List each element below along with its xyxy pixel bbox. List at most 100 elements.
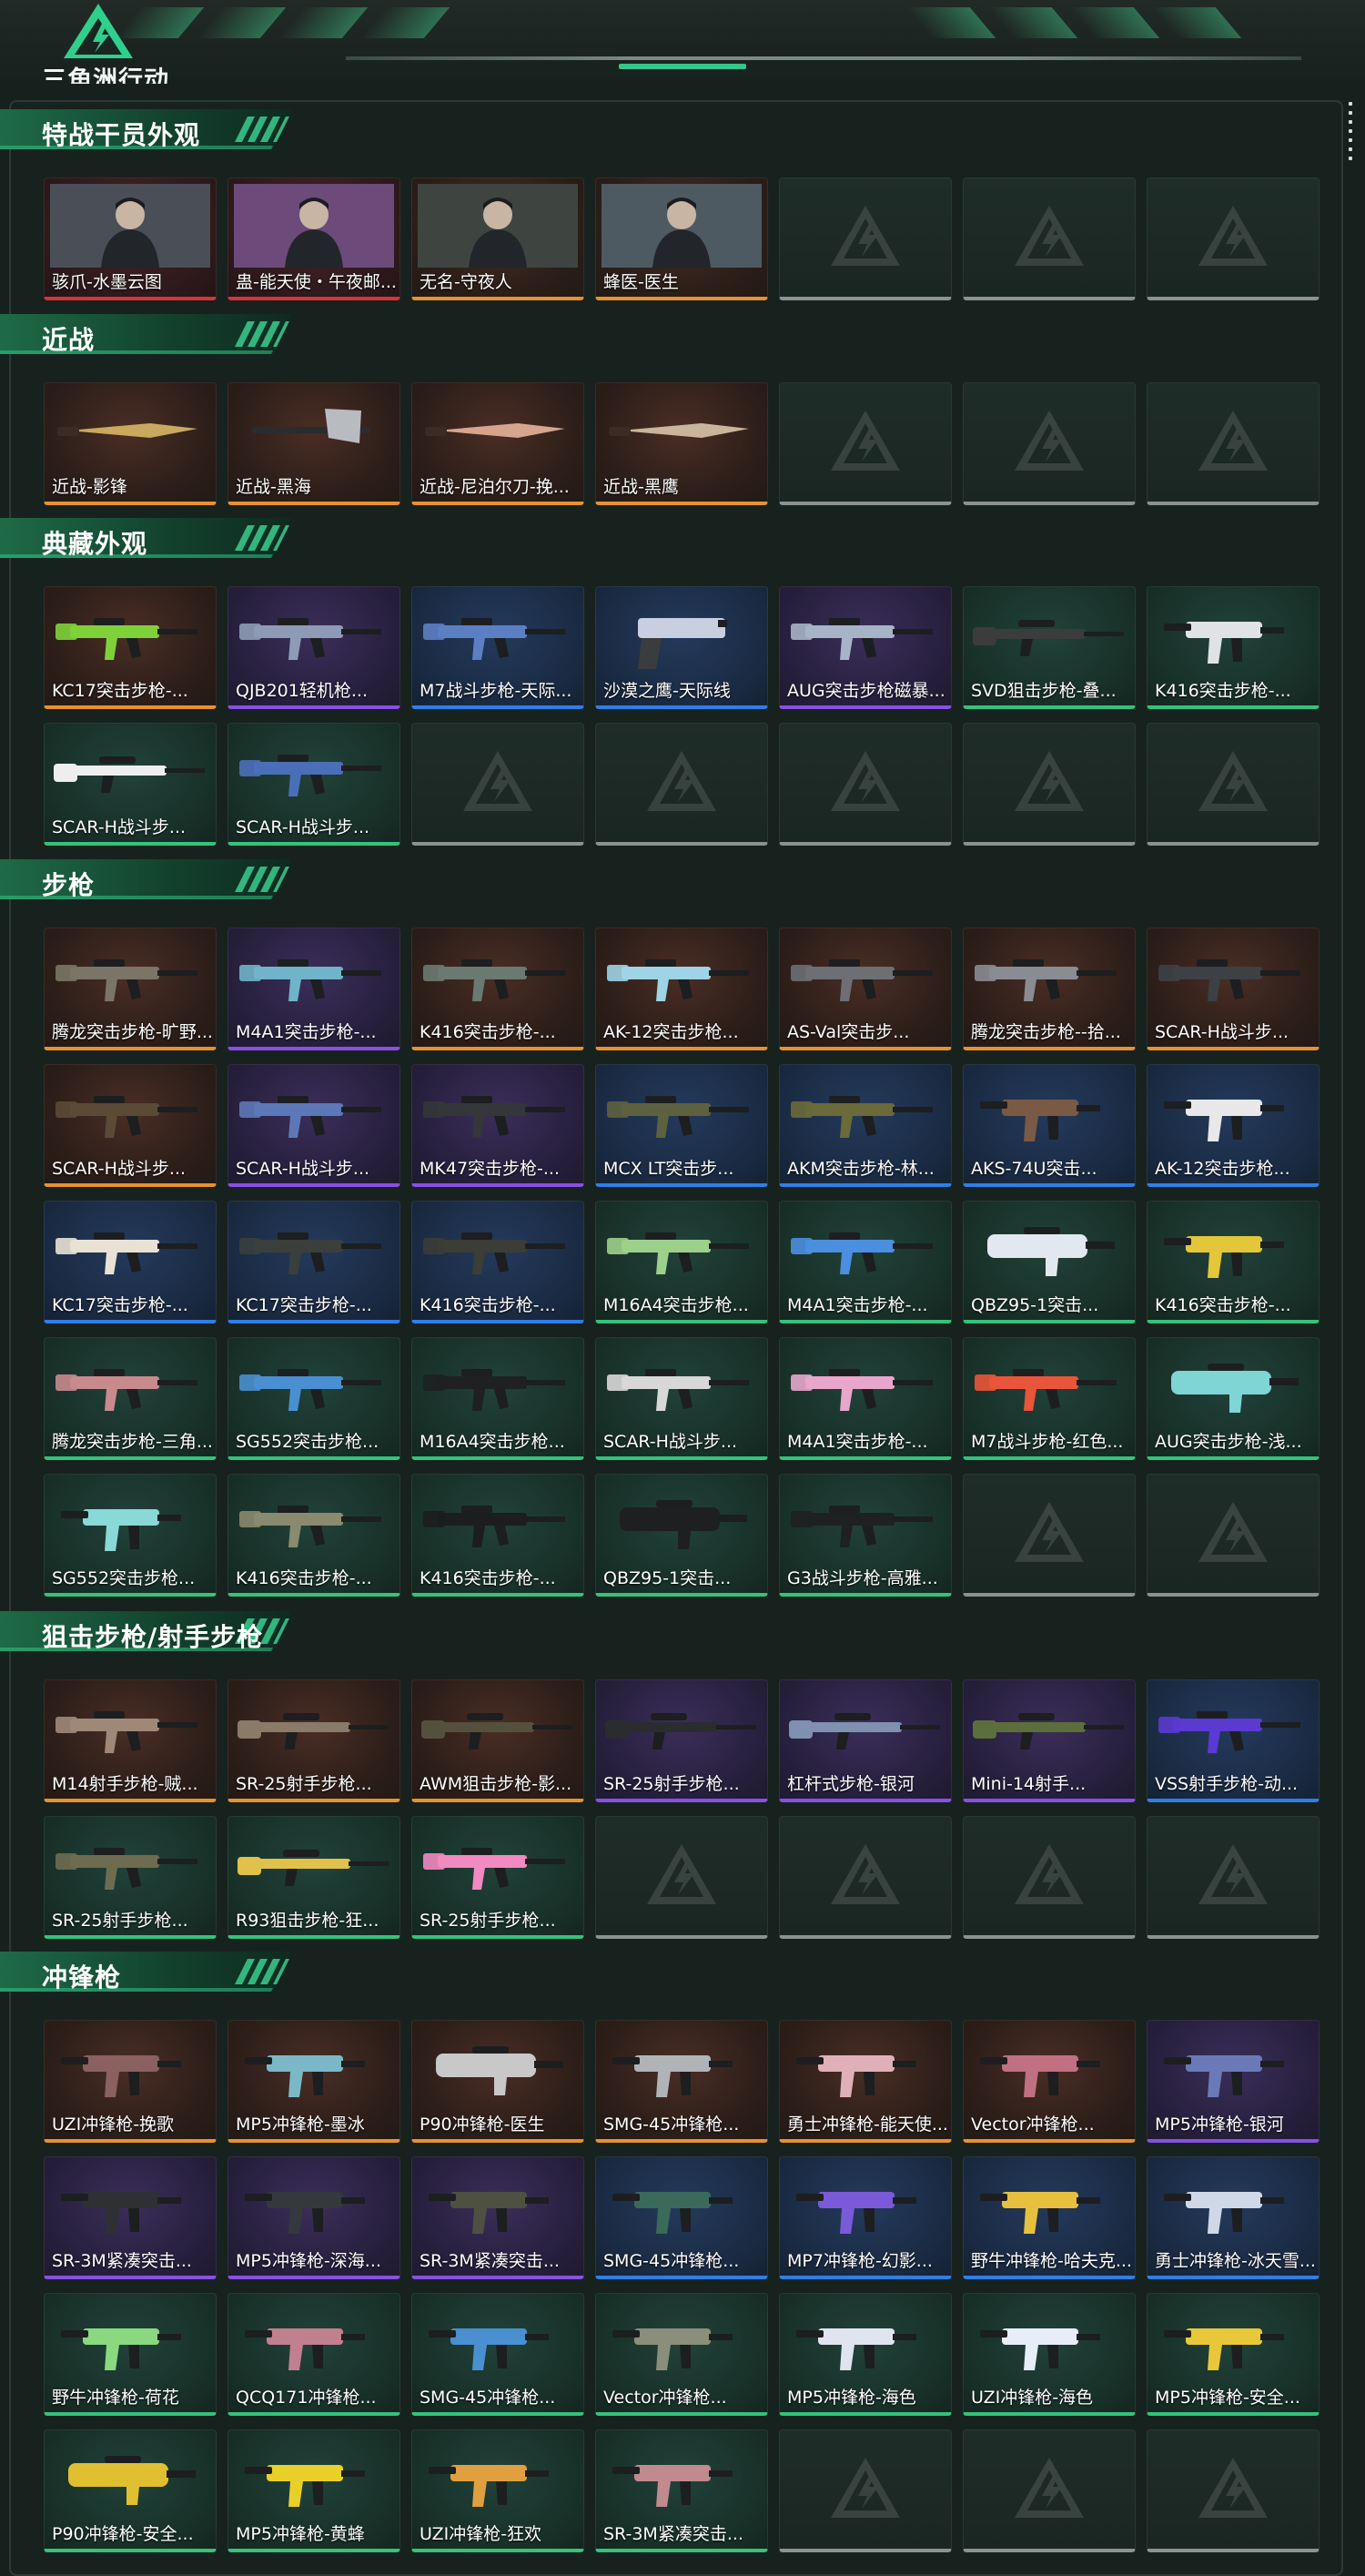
item-card[interactable]: 勇士冲锋枪-能天使... bbox=[779, 2020, 952, 2143]
item-card[interactable]: AUG突击步枪磁暴... bbox=[779, 586, 952, 709]
item-card[interactable]: R93狙击步枪-狂... bbox=[228, 1816, 400, 1939]
item-card[interactable]: K416突击步枪-... bbox=[411, 1201, 584, 1323]
item-card[interactable]: K416突击步枪-... bbox=[411, 1474, 584, 1597]
item-card[interactable]: MP5冲锋枪-安全... bbox=[1147, 2293, 1320, 2416]
item-card[interactable]: SMG-45冲锋枪... bbox=[411, 2293, 584, 2416]
item-card[interactable]: UZI冲锋枪-海色 bbox=[963, 2293, 1136, 2416]
item-card[interactable]: 近战-尼泊尔刀-挽... bbox=[411, 382, 584, 505]
item-card[interactable]: SR-25射手步枪... bbox=[228, 1679, 400, 1802]
item-card[interactable]: AKM突击步枪-林... bbox=[779, 1064, 952, 1187]
item-card[interactable]: 勇士冲锋枪-冰天雪... bbox=[1147, 2156, 1320, 2279]
item-name: 腾龙突击步枪--拾... bbox=[971, 1022, 1121, 1042]
smg-icon bbox=[1153, 1070, 1313, 1154]
item-card[interactable]: QCQ171冲锋枪... bbox=[228, 2293, 400, 2416]
section-title: 狙击步枪/射手步枪 bbox=[42, 1622, 264, 1652]
item-card[interactable]: SR-25射手步枪... bbox=[411, 1816, 584, 1939]
item-card[interactable]: 无名-守夜人 bbox=[411, 177, 584, 300]
item-card[interactable]: M4A1突击步枪-... bbox=[779, 1201, 952, 1323]
item-card[interactable]: MP5冲锋枪-黄蜂 bbox=[228, 2429, 400, 2552]
item-card[interactable]: MP7冲锋枪-幻影... bbox=[779, 2156, 952, 2279]
item-card[interactable]: P90冲锋枪-医生 bbox=[411, 2020, 584, 2143]
item-card[interactable]: MCX LT突击步... bbox=[595, 1064, 768, 1187]
scrollbar[interactable] bbox=[1348, 102, 1353, 169]
placeholder-logo-icon bbox=[1198, 1844, 1268, 1904]
item-card[interactable]: Mini-14射手... bbox=[963, 1679, 1136, 1802]
item-card[interactable]: KC17突击步枪-... bbox=[228, 1201, 400, 1323]
item-card[interactable]: 近战-黑鹰 bbox=[595, 382, 768, 505]
item-card[interactable]: K416突击步枪-... bbox=[411, 928, 584, 1050]
item-card[interactable]: 沙漠之鹰-天际线 bbox=[595, 586, 768, 709]
item-card[interactable]: MP5冲锋枪-海色 bbox=[779, 2293, 952, 2416]
item-card[interactable]: SR-25射手步枪... bbox=[595, 1679, 768, 1802]
placeholder-logo-icon bbox=[1015, 1844, 1084, 1904]
item-card[interactable]: MK47突击步枪-... bbox=[411, 1064, 584, 1187]
item-card[interactable]: SVD狙击步枪-叠... bbox=[963, 586, 1136, 709]
item-card[interactable]: M4A1突击步枪-... bbox=[228, 928, 400, 1050]
item-name: 腾龙突击步枪-三角... bbox=[52, 1432, 213, 1452]
item-card[interactable]: 野牛冲锋枪-哈夫克... bbox=[963, 2156, 1136, 2279]
item-card[interactable]: M4A1突击步枪-... bbox=[779, 1337, 952, 1460]
item-card[interactable]: VSS射手步枪-动... bbox=[1147, 1679, 1320, 1802]
rifle-icon bbox=[785, 593, 945, 676]
item-card[interactable]: SR-3M紧凑突击... bbox=[595, 2429, 768, 2552]
item-card[interactable]: AS-Val突击步... bbox=[779, 928, 952, 1050]
item-card[interactable]: 蛊-能天使・午夜邮... bbox=[228, 177, 400, 300]
item-card[interactable]: KC17突击步枪-... bbox=[44, 1201, 217, 1323]
section-header: 近战 bbox=[0, 312, 300, 358]
item-card[interactable]: SCAR-H战斗步... bbox=[1147, 928, 1320, 1050]
item-card[interactable]: KC17突击步枪-... bbox=[44, 586, 217, 709]
item-card[interactable]: SMG-45冲锋枪... bbox=[595, 2020, 768, 2143]
item-card[interactable]: M14射手步枪-贼... bbox=[44, 1679, 217, 1802]
item-card[interactable]: M7战斗步枪-红色... bbox=[963, 1337, 1136, 1460]
item-card[interactable]: SMG-45冲锋枪... bbox=[595, 2156, 768, 2279]
item-card[interactable]: QBZ95-1突击... bbox=[963, 1201, 1136, 1323]
item-card[interactable]: SR-25射手步枪... bbox=[44, 1816, 217, 1939]
item-card[interactable]: M16A4突击步枪... bbox=[411, 1337, 584, 1460]
item-card[interactable]: 腾龙突击步枪-三角... bbox=[44, 1337, 217, 1460]
item-name: SMG-45冲锋枪... bbox=[603, 2115, 740, 2135]
item-card[interactable]: SCAR-H战斗步... bbox=[595, 1337, 768, 1460]
item-card[interactable]: QBZ95-1突击... bbox=[595, 1474, 768, 1597]
item-card[interactable]: SG552突击步枪... bbox=[228, 1337, 400, 1460]
item-card[interactable]: SG552突击步枪... bbox=[44, 1474, 217, 1597]
item-card[interactable]: 近战-影锋 bbox=[44, 382, 217, 505]
item-card[interactable]: MP5冲锋枪-墨冰 bbox=[228, 2020, 400, 2143]
item-card[interactable]: MP5冲锋枪-银河 bbox=[1147, 2020, 1320, 2143]
item-card[interactable]: 腾龙突击步枪-旷野... bbox=[44, 928, 217, 1050]
item-card[interactable]: SR-3M紧凑突击... bbox=[44, 2156, 217, 2279]
item-name: Vector冲锋枪... bbox=[603, 2388, 727, 2408]
sniper-icon bbox=[234, 1822, 394, 1906]
empty-slot bbox=[963, 177, 1136, 300]
item-card[interactable]: M16A4突击步枪... bbox=[595, 1201, 768, 1323]
item-card[interactable]: SCAR-H战斗步... bbox=[228, 723, 400, 846]
item-card[interactable]: AK-12突击步枪... bbox=[1147, 1064, 1320, 1187]
item-card[interactable]: UZI冲锋枪-挽歌 bbox=[44, 2020, 217, 2143]
item-card[interactable]: UZI冲锋枪-狂欢 bbox=[411, 2429, 584, 2552]
item-card[interactable]: 腾龙突击步枪--拾... bbox=[963, 928, 1136, 1050]
item-card[interactable]: 野牛冲锋枪-荷花 bbox=[44, 2293, 217, 2416]
item-card[interactable]: K416突击步枪-... bbox=[1147, 1201, 1320, 1323]
item-card[interactable]: Vector冲锋枪... bbox=[595, 2293, 768, 2416]
item-card[interactable]: SR-3M紧凑突击... bbox=[411, 2156, 584, 2279]
item-card[interactable]: AK-12突击步枪... bbox=[595, 928, 768, 1050]
item-card[interactable]: K416突击步枪-... bbox=[228, 1474, 400, 1597]
item-card[interactable]: 杠杆式步枪-银河 bbox=[779, 1679, 952, 1802]
item-name: AK-12突击步枪... bbox=[603, 1022, 739, 1042]
item-card[interactable]: AKS-74U突击... bbox=[963, 1064, 1136, 1187]
item-card[interactable]: G3战斗步枪-高雅... bbox=[779, 1474, 952, 1597]
item-card[interactable]: 蜂医-医生 bbox=[595, 177, 768, 300]
item-card[interactable]: 近战-黑海 bbox=[228, 382, 400, 505]
item-card[interactable]: Vector冲锋枪... bbox=[963, 2020, 1136, 2143]
item-card[interactable]: SCAR-H战斗步... bbox=[228, 1064, 400, 1187]
item-card[interactable]: M7战斗步枪-天际... bbox=[411, 586, 584, 709]
item-card[interactable]: QJB201轻机枪... bbox=[228, 586, 400, 709]
item-card[interactable]: MP5冲锋枪-深海... bbox=[228, 2156, 400, 2279]
item-card[interactable]: AWM狙击步枪-影... bbox=[411, 1679, 584, 1802]
item-card[interactable]: AUG突击步枪-浅... bbox=[1147, 1337, 1320, 1460]
item-card[interactable]: SCAR-H战斗步... bbox=[44, 1064, 217, 1187]
item-card[interactable]: K416突击步枪-... bbox=[1147, 586, 1320, 709]
item-card[interactable]: SCAR-H战斗步... bbox=[44, 723, 217, 846]
header-stripe bbox=[987, 7, 1078, 38]
item-card[interactable]: 骇爪-水墨云图 bbox=[44, 177, 217, 300]
item-card[interactable]: P90冲锋枪-安全... bbox=[44, 2429, 217, 2552]
